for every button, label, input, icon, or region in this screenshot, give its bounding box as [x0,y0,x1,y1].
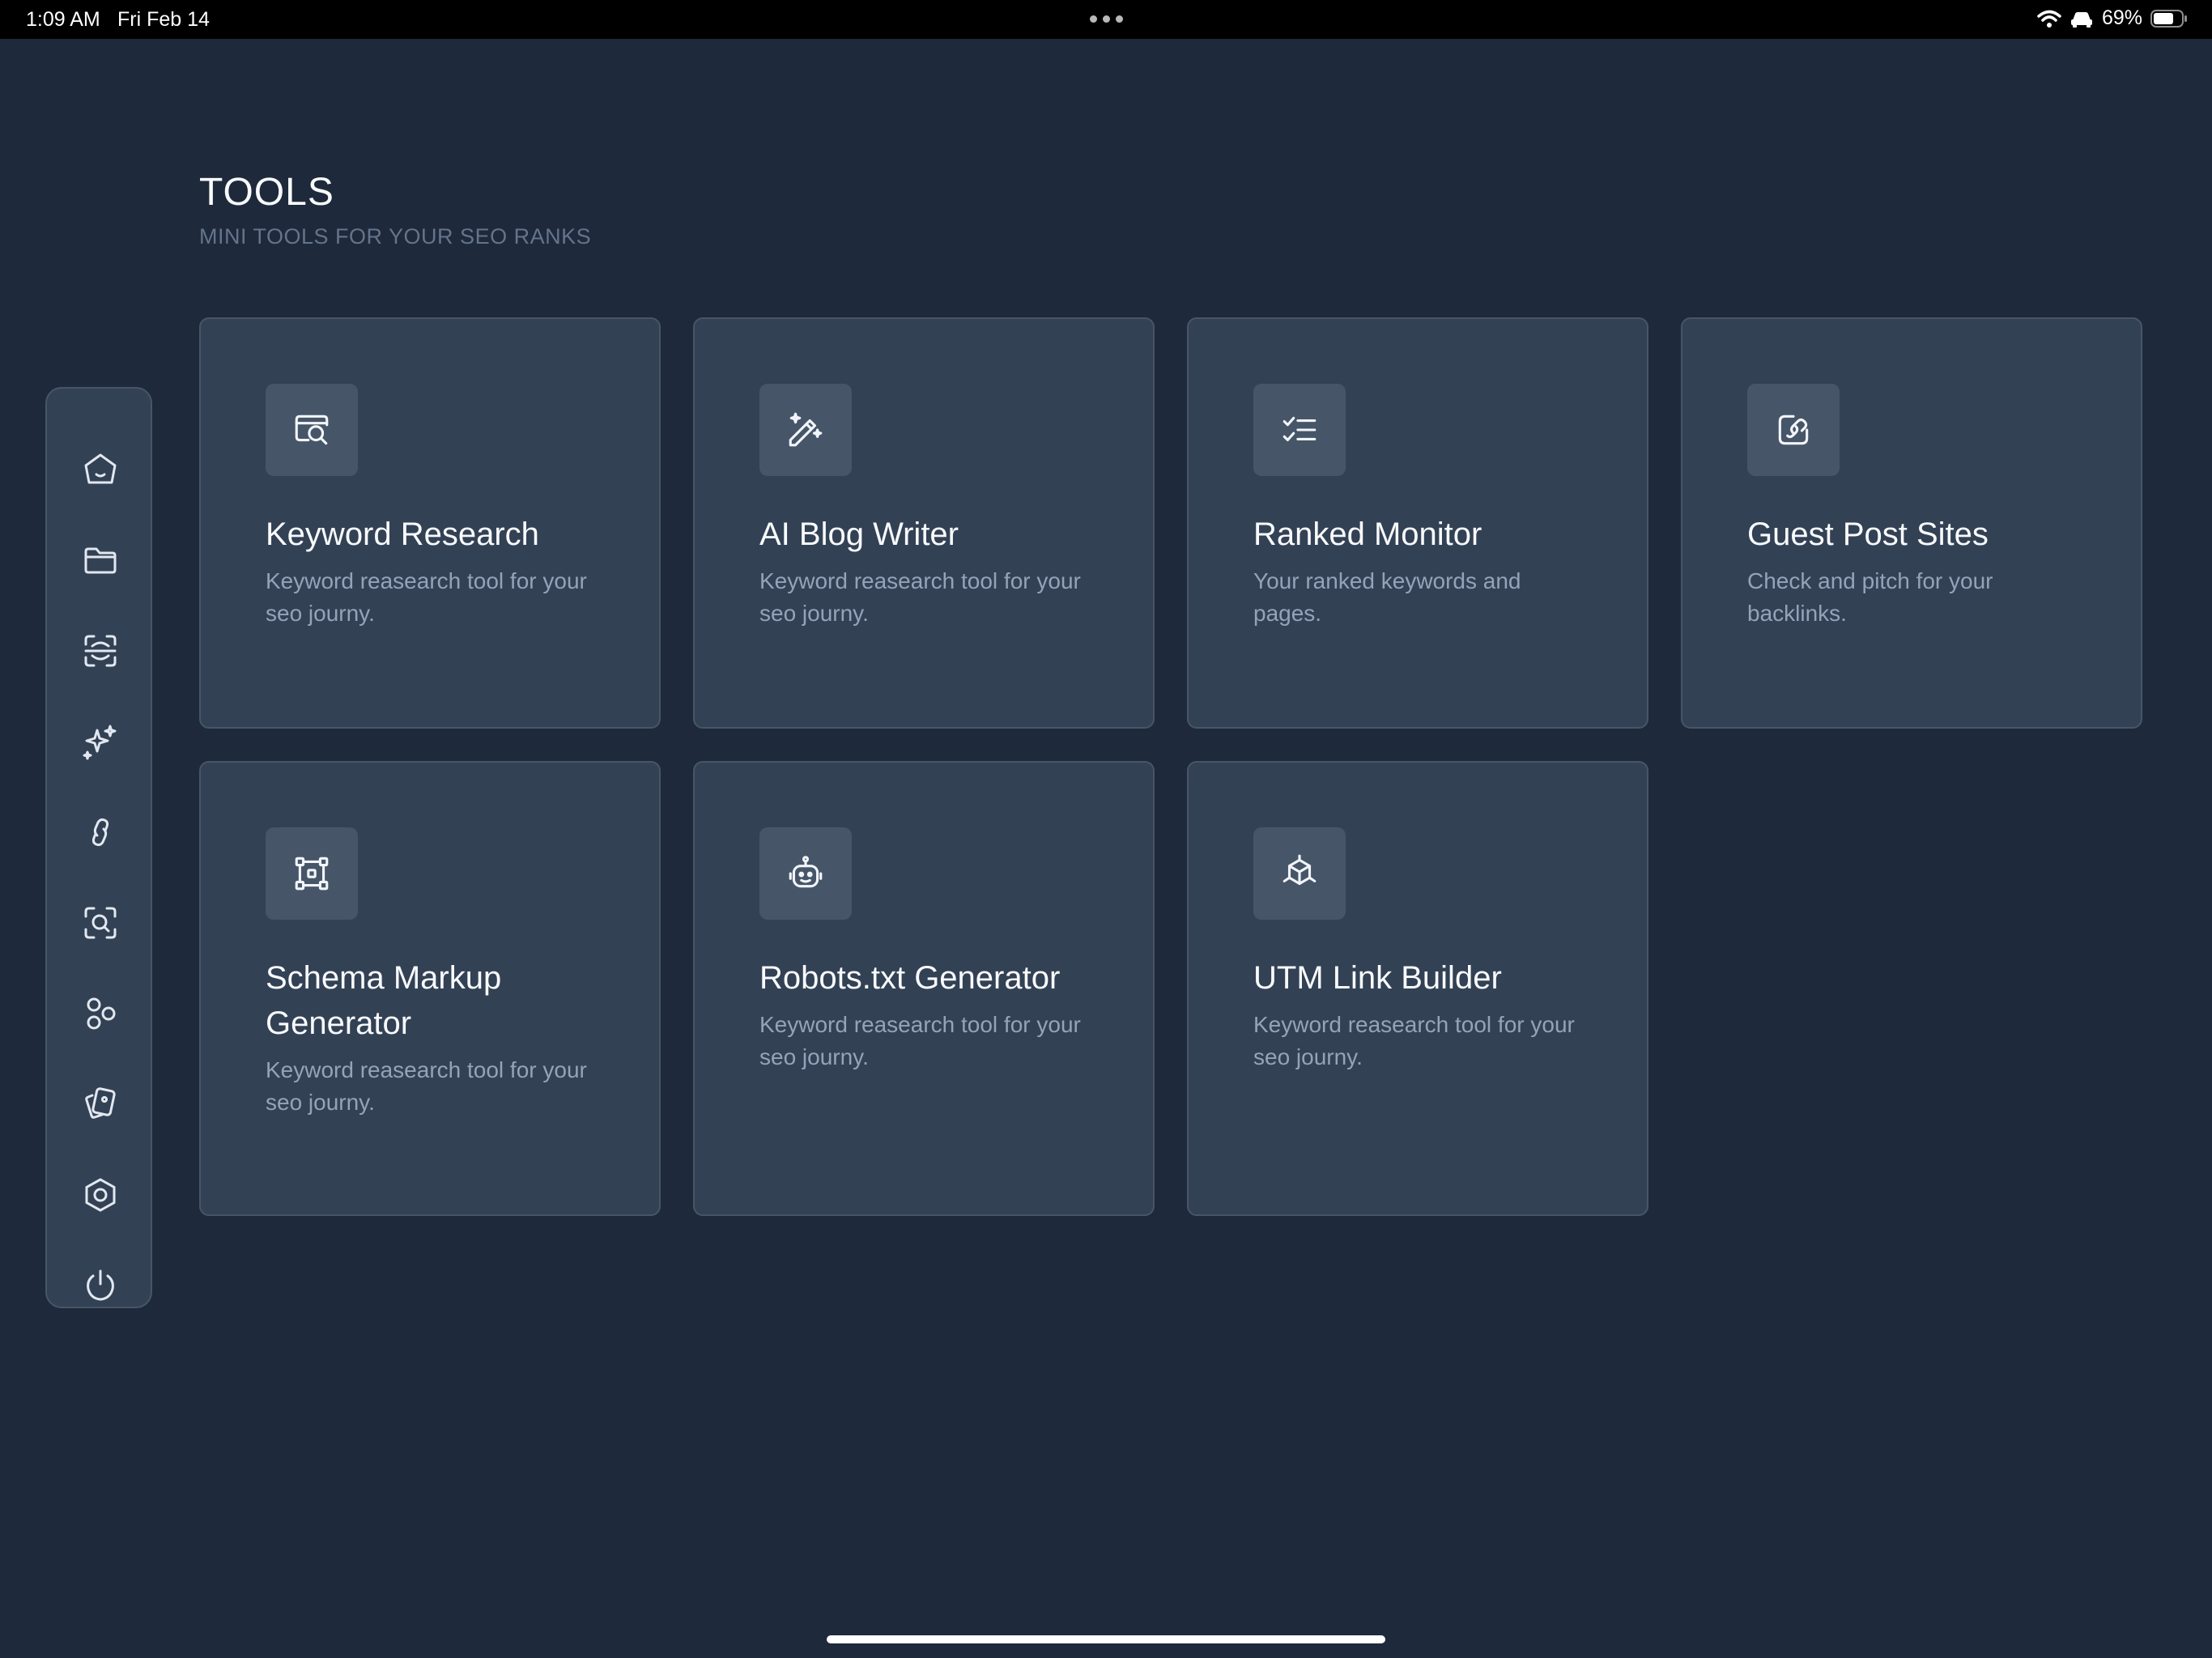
tool-title: UTM Link Builder [1253,960,1502,996]
link-icon [91,818,109,847]
cards-icon [85,1087,116,1119]
tool-title: Keyword Research [266,517,539,552]
car-icon [2070,11,2092,28]
tool-description: Keyword reasearch tool for your seo jour… [266,1057,587,1115]
sidebar-item-tools[interactable] [71,984,130,1043]
power-icon [87,1269,114,1301]
tool-card-utm-link-builder[interactable]: UTM Link Builder Keyword reasearch tool … [1187,761,1648,1216]
tool-title: Schema Markup Generator [266,960,502,1041]
status-bar: 1:09 AM Fri Feb 14 69% [0,0,2212,39]
multitasking-dots[interactable] [1090,15,1123,23]
tool-title: Robots.txt Generator [759,960,1061,996]
battery-icon [2150,9,2187,28]
tool-description: Keyword reasearch tool for your seo jour… [759,568,1081,626]
status-time: 1:09 AM [26,8,100,31]
sidebar-item-scan[interactable] [71,622,130,680]
sidebar-item-links[interactable] [71,803,130,861]
battery-percentage: 69% [2101,6,2142,29]
scan-text-icon [84,635,117,667]
home-indicator[interactable] [827,1635,1385,1643]
list-checks-icon [1283,416,1317,442]
page-title: TOOLS [199,171,334,214]
tool-card-ai-blog-writer[interactable]: AI Blog Writer Keyword reasearch tool fo… [693,317,1155,729]
sidebar-item-ai[interactable] [71,712,130,771]
tool-title: Ranked Monitor [1253,517,1482,552]
tool-description: Your ranked keywords and pages. [1253,568,1521,626]
tool-card-schema-markup-generator[interactable]: Schema Markup Generator Keyword reasearc… [199,761,661,1216]
external-link-edit-icon [1778,414,1809,445]
tool-title: Guest Post Sites [1747,517,1989,552]
sparkles-icon [83,725,117,760]
schema-icon [295,857,329,891]
folder-icon [84,547,117,574]
page-header: TOOLS MINI TOOLS FOR YOUR SEO RANKS [199,170,591,249]
tool-card-guest-post-sites[interactable]: Guest Post Sites Check and pitch for you… [1681,317,2142,729]
tool-description: Keyword reasearch tool for your seo jour… [759,1012,1081,1069]
box-axis-icon [1283,854,1317,886]
scan-search-icon [84,907,117,939]
wand-pen-icon [789,412,823,447]
tool-description: Keyword reasearch tool for your seo jour… [266,568,587,626]
sidebar-item-cards[interactable] [71,1075,130,1133]
home-icon [84,453,117,484]
tool-card-keyword-research[interactable]: Keyword Research Keyword reasearch tool … [199,317,661,729]
page-subtitle: MINI TOOLS FOR YOUR SEO RANKS [199,224,592,249]
search-browser-icon [295,414,329,445]
sidebar-item-home[interactable] [71,440,130,499]
tool-card-robots-txt-generator[interactable]: Robots.txt Generator Keyword reasearch t… [693,761,1155,1216]
settings-hexagon-icon [85,1178,116,1212]
tool-description: Check and pitch for your backlinks. [1747,568,1993,626]
tool-card-ranked-monitor[interactable]: Ranked Monitor Your ranked keywords and … [1187,317,1648,729]
sidebar-item-projects[interactable] [71,531,130,589]
shapes-icon [87,997,116,1030]
sidebar-nav [45,387,152,1308]
sidebar-item-search[interactable] [71,894,130,952]
tool-title: AI Blog Writer [759,517,959,552]
wifi-icon [2037,10,2061,28]
tool-description: Keyword reasearch tool for your seo jour… [1253,1012,1575,1069]
status-date: Fri Feb 14 [117,8,210,31]
sidebar-item-settings[interactable] [71,1166,130,1224]
robot-icon [789,856,823,888]
sidebar-item-logout[interactable] [71,1256,130,1315]
